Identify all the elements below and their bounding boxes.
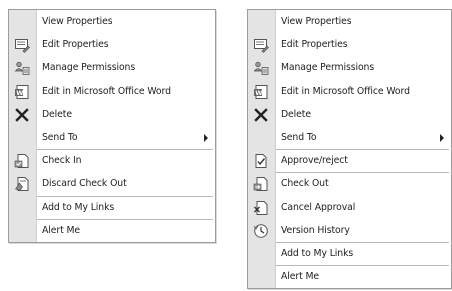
menu-item-label: Alert Me <box>42 224 81 236</box>
menu-item-version-history[interactable]: Version History <box>248 219 451 242</box>
menu-item-label: Manage Permissions <box>42 62 136 74</box>
menu-item-label: Check In <box>42 155 82 167</box>
menu-item-label: Edit Properties <box>281 39 348 51</box>
menu-item-discard-check-out[interactable]: Discard Check Out <box>9 172 215 195</box>
version-history-icon <box>253 223 268 238</box>
cancel-approval-icon <box>254 200 268 215</box>
menu-item-label: Delete <box>42 108 72 120</box>
menu-item-label: Cancel Approval <box>281 201 356 213</box>
menu-item-edit-properties[interactable]: Edit Properties <box>9 33 215 56</box>
word-icon: W <box>254 84 268 99</box>
delete-x-icon <box>254 108 268 122</box>
menu-item-send-to[interactable]: Send To <box>9 126 215 149</box>
context-menu-right: View Properties Edit Properties Manage P… <box>247 9 452 289</box>
approve-reject-icon <box>255 154 267 169</box>
menu-item-alert-me[interactable]: Alert Me <box>9 219 215 242</box>
edit-properties-icon <box>15 39 30 54</box>
menu-item-approve-reject[interactable]: Approve/reject <box>248 149 451 172</box>
check-out-icon <box>253 177 268 192</box>
menu-item-label: Delete <box>281 108 311 120</box>
menu-item-cancel-approval[interactable]: Cancel Approval <box>248 196 451 219</box>
menu-item-label: Send To <box>281 132 317 144</box>
menu-item-label: Discard Check Out <box>42 178 127 190</box>
menu-item-check-in[interactable]: Check In <box>9 149 215 172</box>
menu-item-label: Approve/reject <box>281 155 348 167</box>
menu-item-label: Edit in Microsoft Office Word <box>42 85 171 97</box>
submenu-arrow-icon <box>204 133 208 142</box>
menu-item-check-out[interactable]: Check Out <box>248 172 451 195</box>
menu-item-manage-permissions[interactable]: Manage Permissions <box>9 56 215 79</box>
menu-item-view-properties[interactable]: View Properties <box>248 10 451 33</box>
delete-x-icon <box>15 108 29 122</box>
menu-item-add-to-my-links[interactable]: Add to My Links <box>9 196 215 219</box>
menu-item-manage-permissions[interactable]: Manage Permissions <box>248 56 451 79</box>
menu-item-label: View Properties <box>281 16 352 28</box>
menu-item-label: Alert Me <box>281 271 320 283</box>
word-icon: W <box>15 84 29 99</box>
menu-item-send-to[interactable]: Send To <box>248 126 451 149</box>
svg-text:W: W <box>16 89 23 97</box>
menu-item-view-properties[interactable]: View Properties <box>9 10 215 33</box>
menu-item-label: View Properties <box>42 16 113 28</box>
menu-item-label: Add to My Links <box>281 247 354 259</box>
menu-item-edit-in-word[interactable]: W Edit in Microsoft Office Word <box>248 80 451 103</box>
menu-item-alert-me[interactable]: Alert Me <box>248 265 451 288</box>
discard-check-out-icon <box>15 177 29 192</box>
submenu-arrow-icon <box>440 133 444 142</box>
menu-item-label: Add to My Links <box>42 201 115 213</box>
menu-item-edit-properties[interactable]: Edit Properties <box>248 33 451 56</box>
menu-item-label: Check Out <box>281 178 329 190</box>
menu-item-delete[interactable]: Delete <box>248 103 451 126</box>
menu-item-label: Send To <box>42 132 78 144</box>
edit-properties-icon <box>254 39 269 54</box>
menu-item-label: Manage Permissions <box>281 62 375 74</box>
permissions-icon <box>14 62 30 76</box>
svg-text:W: W <box>255 89 262 97</box>
check-in-icon <box>14 154 29 169</box>
menu-item-add-to-my-links[interactable]: Add to My Links <box>248 242 451 265</box>
menu-item-label: Version History <box>281 224 350 236</box>
permissions-icon <box>253 62 269 76</box>
menu-item-label: Edit in Microsoft Office Word <box>281 85 410 97</box>
menu-item-delete[interactable]: Delete <box>9 103 215 126</box>
menu-item-edit-in-word[interactable]: W Edit in Microsoft Office Word <box>9 80 215 103</box>
menu-item-label: Edit Properties <box>42 39 109 51</box>
context-menu-left: View Properties Edit Properties Manage P… <box>8 9 216 243</box>
